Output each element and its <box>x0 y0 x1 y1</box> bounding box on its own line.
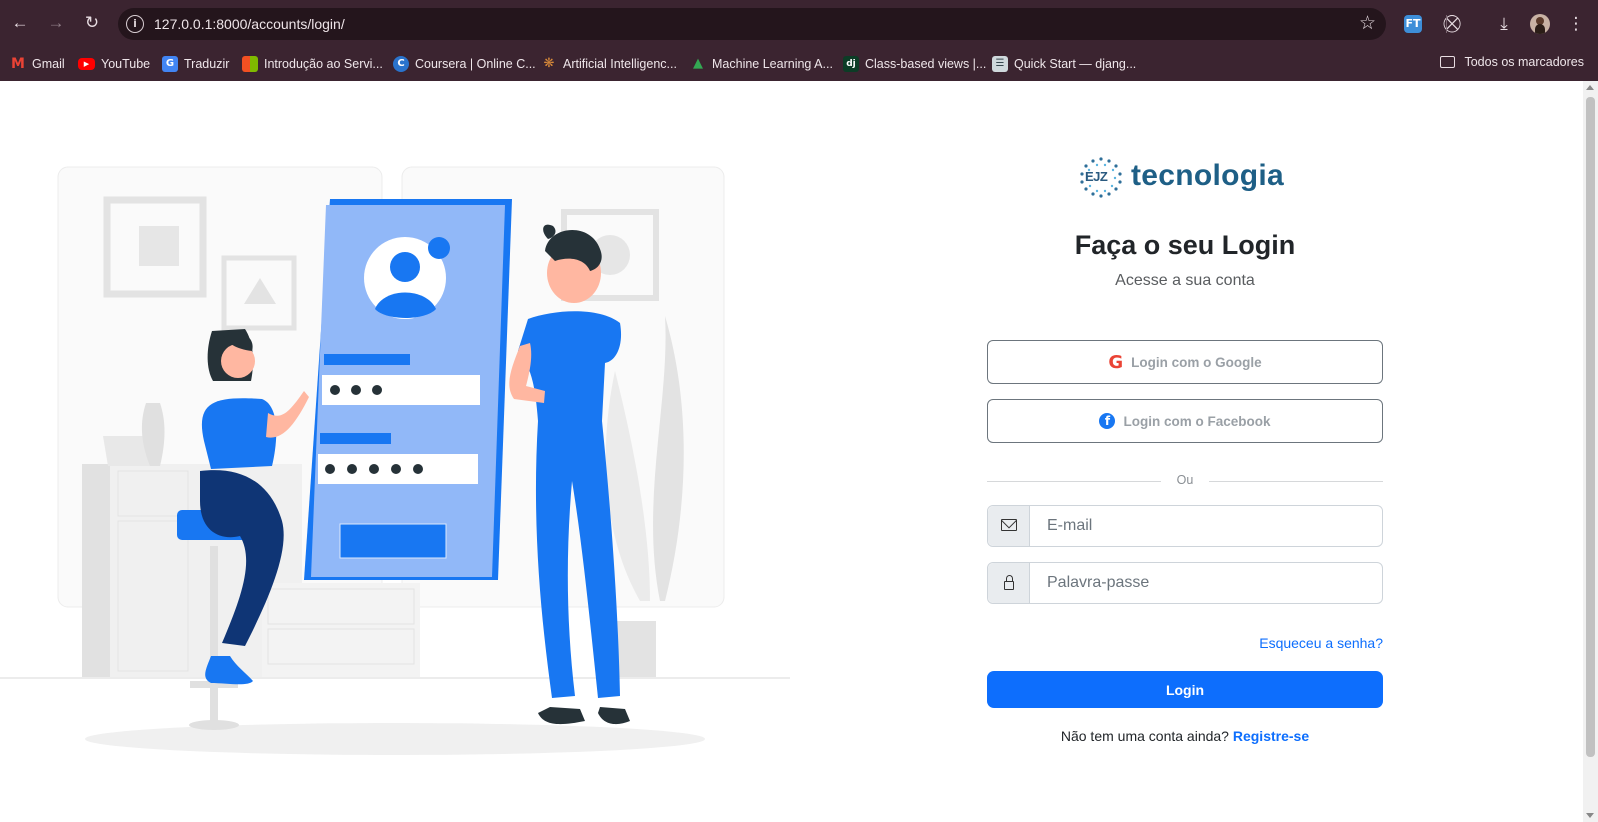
email-field <box>987 505 1383 547</box>
scroll-down-icon[interactable] <box>1586 813 1594 818</box>
email-input[interactable] <box>1030 506 1382 546</box>
register-prompt: Não tem uma conta ainda? Registre-se <box>987 728 1383 744</box>
bookmarks-bar: M Gmail ▶ YouTube G Traduzir Introdução … <box>0 47 1598 81</box>
email-addon <box>988 506 1030 546</box>
google-login-label: Login com o Google <box>1131 354 1262 370</box>
forgot-password-link[interactable]: Esqueceu a senha? <box>1259 635 1383 651</box>
or-divider: Ou <box>987 473 1383 489</box>
bookmark-ml[interactable]: ▲ Machine Learning A... <box>690 55 833 73</box>
bookmark-gmail[interactable]: M Gmail <box>10 55 65 73</box>
login-button[interactable]: Login <box>987 671 1383 708</box>
back-icon[interactable]: ← <box>8 11 32 35</box>
all-bookmarks-label: Todos os marcadores <box>1464 55 1584 69</box>
bookmark-label: Artificial Intelligenc... <box>563 57 677 71</box>
microsoft-icon <box>242 56 258 72</box>
logo-emblem-icon: EJZ <box>1077 156 1125 198</box>
facebook-login-button[interactable]: f Login com o Facebook <box>987 399 1383 443</box>
register-link[interactable]: Registre-se <box>1233 728 1309 744</box>
folder-icon <box>1440 56 1456 68</box>
google-login-button[interactable]: G Login com o Google <box>987 340 1383 384</box>
url-text[interactable]: 127.0.0.1:8000/accounts/login/ <box>154 16 345 32</box>
bookmark-star-icon[interactable]: ☆ <box>1359 12 1376 34</box>
extensions-puzzle-icon[interactable]: ⛒ <box>1440 12 1464 36</box>
envelope-icon <box>1001 519 1017 531</box>
bookmark-label: YouTube <box>101 57 151 71</box>
bookmark-microsoft[interactable]: Introdução ao Servi... <box>242 55 383 73</box>
google-drive-icon: ▲ <box>693 56 703 71</box>
extension-ft-icon[interactable]: FT <box>1404 15 1422 33</box>
lock-icon <box>1004 575 1014 590</box>
bookmark-label: Traduzir <box>184 57 230 71</box>
django-icon: dj <box>843 56 859 72</box>
facebook-icon: f <box>1099 413 1116 429</box>
coursera-icon: C <box>393 56 409 72</box>
bookmark-django[interactable]: dj Class-based views |... <box>843 55 986 73</box>
scroll-up-icon[interactable] <box>1586 85 1594 90</box>
all-bookmarks-folder[interactable]: Todos os marcadores <box>1440 55 1584 69</box>
page-title: Faça o seu Login <box>1074 230 1296 260</box>
forward-icon[interactable]: → <box>44 11 68 35</box>
reload-icon[interactable]: ↻ <box>80 11 104 35</box>
gmail-icon: M <box>11 56 25 72</box>
google-icon: G <box>1108 351 1124 373</box>
page-scrollbar[interactable] <box>1583 81 1598 822</box>
docs-icon: ☰ <box>992 56 1008 72</box>
brand-logo: EJZ tecnologia <box>1077 153 1293 201</box>
youtube-icon: ▶ <box>78 58 95 70</box>
downloads-icon[interactable]: ⤓ <box>1492 12 1516 36</box>
bookmark-label: Coursera | Online C... <box>415 57 536 71</box>
ai-site-icon: ❋ <box>543 56 555 71</box>
password-addon <box>988 563 1030 603</box>
profile-avatar[interactable] <box>1530 14 1550 34</box>
password-field <box>987 562 1383 604</box>
bookmark-youtube[interactable]: ▶ YouTube <box>78 55 150 73</box>
bookmark-quickstart[interactable]: ☰ Quick Start — djang... <box>992 55 1136 73</box>
bookmark-ai[interactable]: ❋ Artificial Intelligenc... <box>541 55 677 73</box>
divider-label: Ou <box>1176 473 1194 487</box>
password-input[interactable] <box>1030 563 1382 603</box>
address-bar[interactable]: i 127.0.0.1:8000/accounts/login/ ☆ <box>118 8 1386 40</box>
facebook-login-label: Login com o Facebook <box>1123 413 1271 429</box>
google-translate-icon: G <box>162 56 178 72</box>
bookmark-traduzir[interactable]: G Traduzir <box>162 55 229 73</box>
bookmark-label: Machine Learning A... <box>712 57 833 71</box>
bookmark-label: Class-based views |... <box>865 57 987 71</box>
register-prompt-text: Não tem uma conta ainda? <box>1060 728 1229 744</box>
site-info-icon[interactable]: i <box>126 15 144 33</box>
logo-wordmark: tecnologia <box>1131 159 1285 192</box>
browser-toolbar: ← → ↻ i 127.0.0.1:8000/accounts/login/ ☆… <box>0 0 1598 47</box>
page-content: EJZ tecnologia Faça o seu Login Acesse a… <box>0 81 1598 822</box>
divider-line-right <box>1209 481 1383 482</box>
bookmark-coursera[interactable]: C Coursera | Online C... <box>393 55 536 73</box>
page-subtitle: Acesse a sua conta <box>1115 272 1255 289</box>
login-illustration <box>0 166 790 755</box>
scrollbar-thumb[interactable] <box>1586 97 1595 757</box>
bookmark-label: Introdução ao Servi... <box>264 57 383 71</box>
bookmark-label: Gmail <box>32 57 65 71</box>
toolbar-separator <box>1446 15 1447 33</box>
logo-badge: EJZ <box>1085 169 1108 184</box>
bookmark-label: Quick Start — djang... <box>1014 57 1137 71</box>
menu-kebab-icon[interactable]: ⋮ <box>1566 12 1586 36</box>
